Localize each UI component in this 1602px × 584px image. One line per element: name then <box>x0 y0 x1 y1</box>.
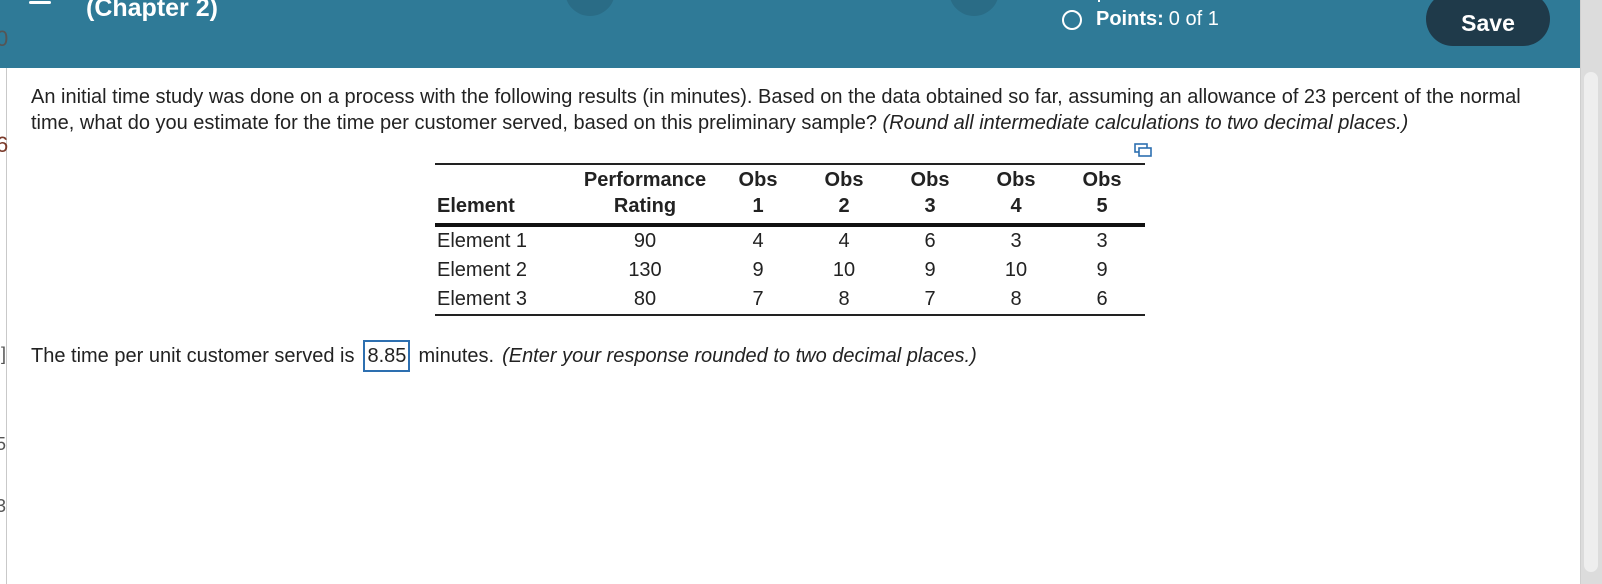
cell-element: Element 2 <box>437 259 528 281</box>
chapter-title: (Chapter 2) <box>86 0 218 22</box>
left-panel-edge: 0 6 :] 5 : 3 <box>0 26 9 584</box>
left-edge-glyph: 3 <box>0 496 7 516</box>
copy-table-icon[interactable] <box>1134 143 1152 157</box>
question-instruction: (Round all intermediate calculations to … <box>882 112 1409 134</box>
cell-rating: 130 <box>628 259 662 281</box>
cell-rating: 90 <box>633 230 657 252</box>
cell-obs: 9 <box>752 259 764 281</box>
answer-suffix: minutes. <box>418 344 495 367</box>
cell-obs: 8 <box>838 288 850 310</box>
cell-obs: 3 <box>1010 230 1022 252</box>
cell-obs: 3 <box>1096 230 1108 252</box>
points-label: Points: <box>1096 8 1164 30</box>
points-status: Points: 0 of 1 <box>1062 8 1219 31</box>
cell-obs: 8 <box>1010 288 1022 310</box>
left-edge-glyph: 6 <box>0 132 9 157</box>
cell-obs: 4 <box>838 230 850 252</box>
table-row: Element 1 90 4 4 6 3 3 <box>435 225 1145 256</box>
save-button[interactable]: Save <box>1426 0 1550 46</box>
left-edge-glyph: 0 <box>0 26 9 51</box>
answer-instruction: (Enter your response rounded to two deci… <box>502 344 977 367</box>
header-partial-text <box>1098 0 1108 2</box>
cell-obs: 7 <box>752 288 764 310</box>
next-question-button[interactable] <box>949 0 999 16</box>
cell-obs: 4 <box>752 230 764 252</box>
table-row: Element 3 80 7 8 7 8 6 <box>435 285 1145 315</box>
header-performance-rating: Performance Rating <box>583 169 707 217</box>
answer-line: The time per unit customer served is 8.8… <box>31 340 977 372</box>
cell-element: Element 3 <box>437 288 528 310</box>
left-edge-glyph: :] <box>0 344 7 364</box>
cell-obs: 6 <box>1096 288 1108 310</box>
header-bar: (Chapter 2) Points: 0 of 1 Save <box>0 0 1580 68</box>
header-obs-5: Obs 5 <box>1082 169 1122 217</box>
question-text: An initial time study was done on a proc… <box>31 84 1551 136</box>
vertical-scrollbar[interactable] <box>1580 0 1602 584</box>
question-indicator <box>632 0 932 5</box>
cell-rating: 80 <box>633 288 657 310</box>
table-header-row: Element Performance Rating Obs 1 Obs 2 O… <box>435 164 1145 225</box>
cell-obs: 9 <box>1096 259 1108 281</box>
points-value: 0 of 1 <box>1168 8 1219 30</box>
answer-input[interactable]: 8.85 <box>363 340 411 372</box>
header-obs-1: Obs 1 <box>738 169 778 217</box>
incomplete-circle-icon <box>1062 9 1082 30</box>
answer-prefix: The time per unit customer served is <box>31 344 355 367</box>
cell-obs: 10 <box>832 259 856 281</box>
cell-obs: 7 <box>924 288 936 310</box>
cell-element: Element 1 <box>437 230 528 252</box>
cell-obs: 9 <box>924 259 936 281</box>
time-study-table: Element Performance Rating Obs 1 Obs 2 O… <box>435 163 1145 316</box>
cell-obs: 6 <box>924 230 936 252</box>
header-obs-4: Obs 4 <box>996 169 1036 217</box>
menu-icon[interactable] <box>29 0 51 4</box>
page: (Chapter 2) Points: 0 of 1 Save 0 6 :] 5… <box>0 0 1602 584</box>
header-element: Element <box>437 195 515 217</box>
scrollbar-thumb[interactable] <box>1584 72 1598 572</box>
left-edge-glyph: : <box>0 472 1 493</box>
header-obs-2: Obs 2 <box>824 169 864 217</box>
left-edge-glyph: 5 <box>0 434 7 454</box>
cell-obs: 10 <box>1004 259 1028 281</box>
header-obs-3: Obs 3 <box>910 169 950 217</box>
table-row: Element 2 130 9 10 9 10 9 <box>435 256 1145 285</box>
previous-question-button[interactable] <box>565 0 615 16</box>
